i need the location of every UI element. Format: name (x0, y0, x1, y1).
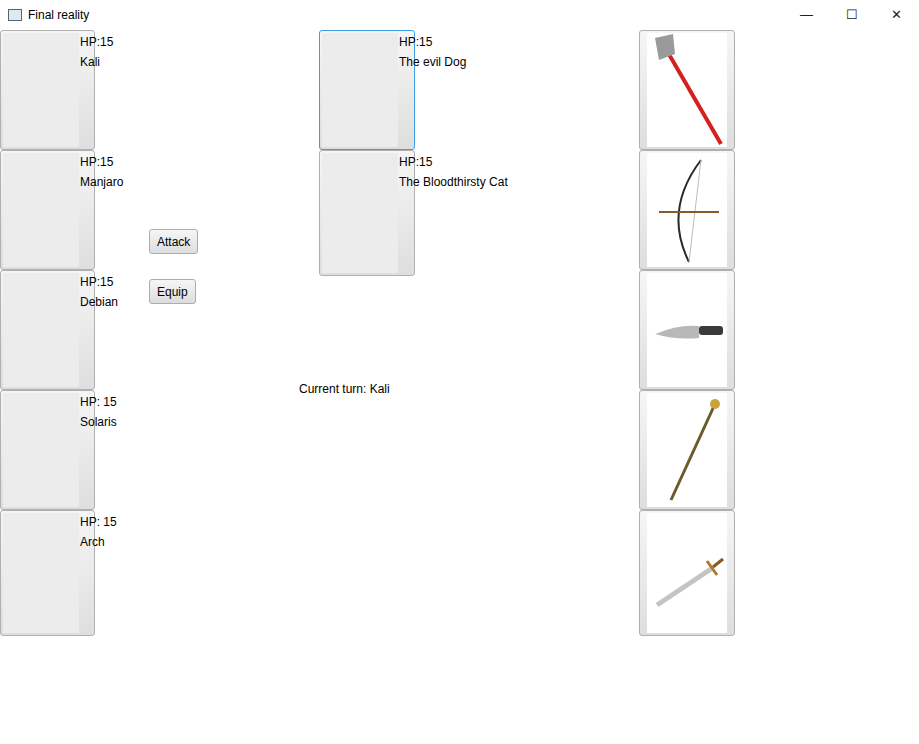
hp-text: HP:15 (399, 32, 466, 52)
unit-name: The evil Dog (399, 52, 466, 72)
character-button[interactable]: HP: 15Arch (0, 510, 95, 636)
weapon-button[interactable] (639, 270, 735, 390)
character-button[interactable]: HP:15Debian (0, 270, 95, 390)
unit-label: HP: 15Arch (80, 512, 117, 552)
character-button[interactable]: HP:15Manjaro (0, 150, 95, 270)
unit-label: HP:15Debian (80, 272, 118, 312)
action-button[interactable]: Equip (149, 279, 196, 304)
portrait-image (322, 33, 398, 147)
title-bar: Final reality —☐✕ (0, 0, 919, 29)
weapon-image (647, 33, 727, 147)
weapon-button[interactable] (639, 510, 735, 636)
app-icon (8, 9, 22, 21)
weapon-button[interactable] (639, 150, 735, 270)
enemy-column: HP:15The evil DogHP:15The Bloodthirsty C… (319, 30, 639, 744)
unit-name: Debian (80, 292, 118, 312)
weapon-image (647, 153, 727, 267)
unit-label: HP: 15Solaris (80, 392, 117, 432)
unit-name: Manjaro (80, 172, 123, 192)
bow-icon (649, 154, 725, 266)
sword-icon (649, 517, 725, 629)
portrait-image (3, 393, 79, 507)
character-button[interactable]: HP:15Kali (0, 30, 95, 150)
window-controls: —☐✕ (784, 0, 919, 29)
window-control-button[interactable]: ✕ (874, 0, 919, 29)
window-control-button[interactable]: — (784, 0, 829, 29)
portrait-image (3, 273, 79, 387)
unit-name: The Bloodthirsty Cat (399, 172, 508, 192)
unit-name: Arch (80, 532, 117, 552)
hp-text: HP: 15 (80, 392, 117, 412)
unit-name: Solaris (80, 412, 117, 432)
unit-label: HP:15The evil Dog (399, 32, 466, 72)
unit-label: HP:15Manjaro (80, 152, 123, 192)
hp-text: HP:15 (80, 32, 113, 52)
app-window: Final reality—☐✕HP:15KaliHP:15ManjaroHP:… (0, 0, 919, 744)
weapon-image (647, 393, 727, 507)
enemy-button[interactable]: HP:15The evil Dog (319, 30, 415, 150)
weapon-image (647, 273, 727, 387)
party-column: HP:15KaliHP:15ManjaroHP:15DebianHP: 15So… (0, 30, 95, 744)
current-turn: Current turn: Kali (299, 381, 639, 397)
knife-icon (649, 274, 725, 386)
weapon-button[interactable] (639, 30, 735, 150)
action-button[interactable]: Attack (149, 229, 198, 254)
hp-text: HP:15 (80, 272, 118, 292)
portrait-image (3, 33, 79, 147)
hp-text: HP: 15 (80, 512, 117, 532)
enemy-button[interactable]: HP:15The Bloodthirsty Cat (319, 150, 415, 276)
action-column: Attack Equip (95, 30, 319, 744)
weapon-image (647, 513, 727, 633)
hp-text: HP:15 (80, 152, 123, 172)
character-button[interactable]: HP: 15Solaris (0, 390, 95, 510)
weapon-column (639, 30, 735, 744)
staff-icon (649, 394, 725, 506)
axe-icon (649, 34, 725, 146)
unit-name: Kali (80, 52, 113, 72)
portrait-image (3, 153, 79, 267)
unit-label: HP:15The Bloodthirsty Cat (399, 152, 508, 192)
game-area: HP:15KaliHP:15ManjaroHP:15DebianHP: 15So… (0, 29, 919, 744)
window-title: Final reality (28, 6, 89, 24)
unit-label: HP:15Kali (80, 32, 113, 72)
portrait-image (322, 153, 398, 273)
hp-text: HP:15 (399, 152, 508, 172)
weapon-button[interactable] (639, 390, 735, 510)
window-control-button[interactable]: ☐ (829, 0, 874, 29)
portrait-image (3, 513, 79, 633)
